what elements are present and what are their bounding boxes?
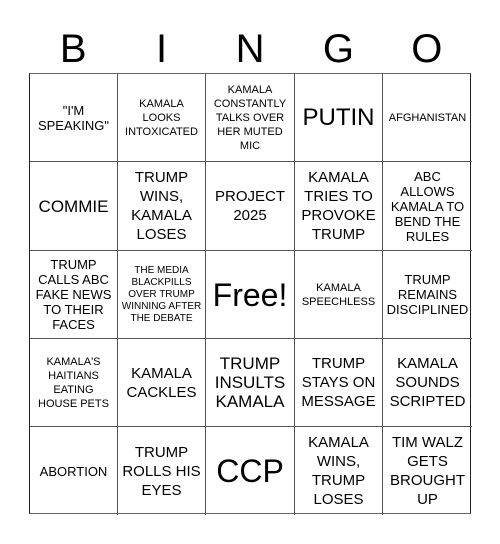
cell-text: ABC ALLOWS KAMALA TO BEND THE RULES [390,168,465,244]
bingo-cell-n2[interactable]: PROJECT 2025 [206,162,295,251]
cell-text: "I'M SPEAKING" [37,102,110,133]
bingo-cell-i2[interactable]: TRUMP WINS, KAMALA LOSES [118,162,206,251]
bingo-cell-o4[interactable]: KAMALA SOUNDS SCRIPTED [383,339,472,427]
cell-text: TRUMP ROLLS HIS EYES [122,443,201,499]
header-letter-i: I [156,27,168,71]
bingo-cell-g4[interactable]: TRUMP STAYS ON MESSAGE [295,339,383,427]
bingo-cell-o2[interactable]: ABC ALLOWS KAMALA TO BEND THE RULES [383,162,472,251]
bingo-card-grid: "I'M SPEAKING" KAMALA LOOKS INTOXICATED … [29,73,472,515]
cell-text: TRUMP WINS, KAMALA LOSES [131,169,192,243]
bingo-cell-g1[interactable]: PUTIN [295,74,383,162]
bingo-cell-b5[interactable]: ABORTION [30,427,118,515]
cell-text: KAMALA WINS, TRUMP LOSES [308,434,369,508]
cell-text: TRUMP REMAINS DISCIPLINED [386,272,469,317]
header-letter-g: G [322,27,354,71]
bingo-cell-o1[interactable]: AFGHANISTAN [383,74,472,162]
bingo-cell-free[interactable]: Free! [206,251,295,339]
cell-text: COMMIE [38,196,109,216]
bingo-cell-b3[interactable]: TRUMP CALLS ABC FAKE NEWS TO THEIR FACES [30,251,118,339]
cell-text: KAMALA TRIES TO PROVOKE TRUMP [301,169,376,243]
header-letter-n: N [235,27,265,71]
cell-text: KAMALA SPEECHLESS [301,281,376,308]
cell-text: KAMALA LOOKS INTOXICATED [125,97,198,138]
cell-text: AFGHANISTAN [388,111,467,124]
cell-text: ABORTION [39,463,108,479]
bingo-cell-b2[interactable]: COMMIE [30,162,118,251]
cell-text: TRUMP INSULTS KAMALA [214,354,286,411]
cell-text: TIM WALZ GETS BROUGHT UP [390,434,465,508]
bingo-cell-n4[interactable]: TRUMP INSULTS KAMALA [206,339,295,427]
cell-text: KAMALA CONSTANTLY TALKS OVER HER MUTED M… [213,83,287,152]
bingo-cell-i1[interactable]: KAMALA LOOKS INTOXICATED [118,74,206,162]
bingo-cell-n5[interactable]: CCP [206,427,295,515]
cell-text: KAMALA SOUNDS SCRIPTED [389,355,466,410]
cell-text: Free! [212,276,288,313]
cell-text: PUTIN [302,103,375,131]
header-letter-o: O [411,27,443,71]
bingo-cell-g5[interactable]: KAMALA WINS, TRUMP LOSES [295,427,383,515]
cell-text: TRUMP CALLS ABC FAKE NEWS TO THEIR FACES [35,257,112,332]
cell-text: THE MEDIA BLACKPILLS OVER TRUMP WINNING … [121,264,202,324]
cell-text: KAMALA'S HAITIANS EATING HOUSE PETS [38,355,109,410]
cell-text: TRUMP STAYS ON MESSAGE [301,355,376,410]
bingo-cell-g2[interactable]: KAMALA TRIES TO PROVOKE TRUMP [295,162,383,251]
bingo-cell-g3[interactable]: KAMALA SPEECHLESS [295,251,383,339]
bingo-cell-o5[interactable]: TIM WALZ GETS BROUGHT UP [383,427,472,515]
header-letter-b: B [59,27,87,71]
bingo-header: B I N G O [29,24,471,74]
bingo-cell-i4[interactable]: KAMALA CACKLES [118,339,206,427]
cell-text: KAMALA CACKLES [126,364,197,401]
cell-text: PROJECT 2025 [214,188,285,224]
cell-text: CCP [216,453,284,489]
bingo-cell-b1[interactable]: "I'M SPEAKING" [30,74,118,162]
bingo-cell-n1[interactable]: KAMALA CONSTANTLY TALKS OVER HER MUTED M… [206,74,295,162]
bingo-cell-o3[interactable]: TRUMP REMAINS DISCIPLINED [383,251,472,339]
bingo-cell-i3[interactable]: THE MEDIA BLACKPILLS OVER TRUMP WINNING … [118,251,206,339]
bingo-cell-b4[interactable]: KAMALA'S HAITIANS EATING HOUSE PETS [30,339,118,427]
bingo-cell-i5[interactable]: TRUMP ROLLS HIS EYES [118,427,206,515]
